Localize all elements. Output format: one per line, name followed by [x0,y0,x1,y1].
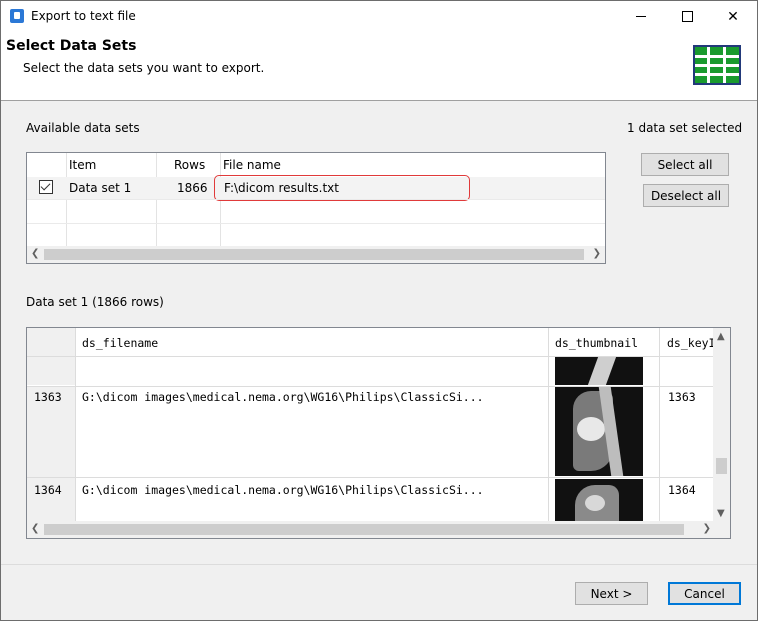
next-button[interactable]: Next > [575,582,648,605]
minimize-icon [636,16,646,17]
row-filename: G:\dicom images\medical.nema.org\WG16\Ph… [82,390,484,404]
deselect-all-button[interactable]: Deselect all [643,184,729,207]
page-title: Select Data Sets [6,38,137,54]
footer-divider [1,564,757,565]
title-bar: Export to text file ✕ [1,1,757,32]
preview-horizontal-scrollbar[interactable]: ❮ ❯ [27,521,715,538]
datasets-table: Item Rows File name Data set 1 1866 F:\d… [26,152,606,264]
cancel-button[interactable]: Cancel [668,582,741,605]
selected-count: 1 data set selected [627,121,743,135]
close-icon: ✕ [727,8,739,25]
preview-table: ds_filename ds_thumbnail ds_keyID 1363 G… [26,327,731,539]
column-header-ds-filename[interactable]: ds_filename [82,336,158,350]
vertical-scroll-thumb[interactable] [716,458,727,474]
available-datasets-label: Available data sets [26,121,140,135]
dataset-rows: 1866 [177,181,208,195]
scroll-left-icon[interactable]: ❮ [31,523,39,534]
horizontal-scrollbar[interactable]: ❮ ❯ [27,246,605,263]
column-header-item[interactable]: Item [69,158,96,172]
row-index: 1364 [34,483,62,497]
column-header-file-name[interactable]: File name [223,158,281,172]
row-index: 1363 [34,390,62,404]
row-filename: G:\dicom images\medical.nema.org\WG16\Ph… [82,483,484,497]
row-key-id: 1363 [668,390,696,404]
scroll-up-icon[interactable]: ▲ [717,331,725,342]
minimize-button[interactable] [618,1,664,32]
scroll-right-icon[interactable]: ❯ [703,523,711,534]
thumbnail-image [555,479,643,521]
row-key-id: 1364 [668,483,696,497]
table-grid-icon [693,45,741,85]
window-title: Export to text file [31,9,136,23]
datasets-table-header: Item Rows File name [27,153,605,175]
wizard-header: Select Data Sets Select the data sets yo… [1,32,757,101]
app-icon [10,9,24,23]
scroll-left-icon[interactable]: ❮ [31,248,39,259]
maximize-button[interactable] [664,1,710,32]
preview-scroll-thumb[interactable] [44,524,684,535]
column-header-rows[interactable]: Rows [174,158,205,172]
preview-label: Data set 1 (1866 rows) [26,295,164,309]
close-button[interactable]: ✕ [710,1,756,32]
thumbnail-image [555,357,643,385]
select-all-button[interactable]: Select all [641,153,729,176]
dataset-item: Data set 1 [69,181,132,195]
scroll-right-icon[interactable]: ❯ [593,248,601,259]
thumbnail-image [555,387,643,476]
scroll-thumb[interactable] [44,249,584,260]
column-header-ds-keyid[interactable]: ds_keyID [667,336,713,350]
scroll-down-icon[interactable]: ▼ [717,508,725,519]
column-header-ds-thumbnail[interactable]: ds_thumbnail [555,336,638,350]
dataset-checkbox[interactable] [39,180,53,194]
file-name-highlight [214,175,470,201]
maximize-icon [681,11,693,22]
vertical-scrollbar[interactable]: ▲ ▼ [713,328,730,521]
export-dialog: Export to text file ✕ Select Data Sets S… [0,0,758,621]
page-subtitle: Select the data sets you want to export. [23,61,265,75]
